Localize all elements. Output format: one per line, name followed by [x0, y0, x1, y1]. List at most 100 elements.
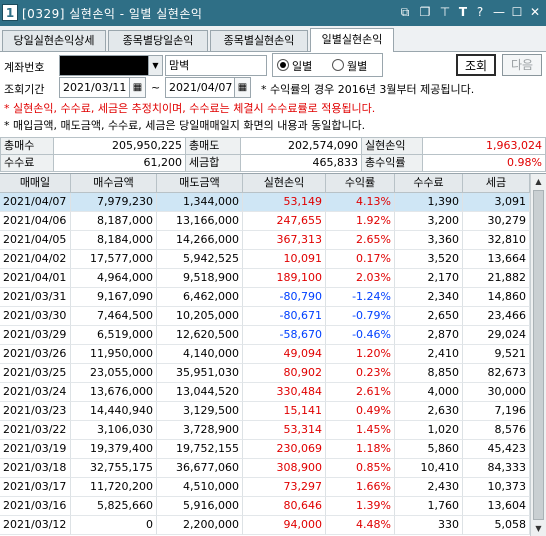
fee-cell: 10,410 [395, 459, 463, 478]
table-row[interactable]: 2021/04/01 4,964,000 9,518,900 189,100 2.03%… [0, 269, 530, 288]
tax-cell: 21,882 [463, 269, 530, 288]
table-row[interactable]: 2021/03/25 23,055,000 35,951,030 80,902 0.23… [0, 364, 530, 383]
tax-cell: 23,466 [463, 307, 530, 326]
fee-cell: 2,870 [395, 326, 463, 345]
scroll-down-icon[interactable]: ▼ [531, 521, 546, 536]
estimate-notice: * 실현손익, 수수료, 세금은 추정치이며, 수수료는 체결시 수수료률로 적… [4, 102, 376, 115]
return-rate-cell: 0.85% [326, 459, 395, 478]
window-snap-icon[interactable]: ⧉ [396, 3, 414, 21]
query-button[interactable]: 조회 [456, 54, 496, 76]
account-dropdown-chevron-icon[interactable]: ▼ [148, 56, 162, 75]
realized-pnl-cell: 189,100 [243, 269, 326, 288]
fee-cell: 3,360 [395, 231, 463, 250]
table-row[interactable]: 2021/03/18 32,755,175 36,677,060 308,900 0.8… [0, 459, 530, 478]
close-icon[interactable]: ✕ [526, 3, 544, 21]
pin-icon[interactable]: ⊤ [436, 3, 454, 21]
table-row[interactable]: 2021/03/31 9,167,090 6,462,000 -80,790 -1.24… [0, 288, 530, 307]
return-rate-cell: 1.92% [326, 212, 395, 231]
fee-cell: 8,850 [395, 364, 463, 383]
tab-bar: 당일실현손익상세 종목별당일손익 종목별실현손익 일별실현손익 [0, 26, 546, 52]
realized-pnl-cell: -80,790 [243, 288, 326, 307]
maximize-icon[interactable]: ☐ [508, 3, 526, 21]
table-row[interactable]: 2021/03/30 7,464,500 10,205,000 -80,671 -0.7… [0, 307, 530, 326]
return-rate-cell: 1.45% [326, 421, 395, 440]
buy-amount-cell: 6,519,000 [71, 326, 157, 345]
return-rate-cell: 1.66% [326, 478, 395, 497]
tax-cell: 3,091 [463, 193, 530, 212]
daily-realized-table: 매매일 매수금액 매도금액 실현손익 수익률 수수료 세금 2021/04/07 7,979,… [0, 173, 546, 536]
buy-amount-cell: 7,979,230 [71, 193, 157, 212]
radio-daily[interactable] [277, 59, 289, 71]
table-row[interactable]: 2021/04/07 7,979,230 1,344,000 53,149 4.13% 1… [0, 193, 530, 212]
tax-total-value: 465,833 [240, 154, 362, 172]
total-buy-value: 205,950,225 [53, 137, 186, 155]
tab-realized-by-stock[interactable]: 종목별실현손익 [210, 30, 308, 51]
tab-daily-pnl-by-stock[interactable]: 종목별당일손익 [108, 30, 208, 51]
table-row[interactable]: 2021/04/02 17,577,000 5,942,525 10,091 0.17%… [0, 250, 530, 269]
masked-account-number [60, 56, 148, 75]
return-rate-cell: 1.18% [326, 440, 395, 459]
table-row[interactable]: 2021/03/22 3,106,030 3,728,900 53,314 1.45% 1… [0, 421, 530, 440]
tab-daily-realized[interactable]: 일별실현손익 [310, 28, 394, 52]
realized-pnl-cell: 73,297 [243, 478, 326, 497]
table-row[interactable]: 2021/03/23 14,440,940 3,129,500 15,141 0.49%… [0, 402, 530, 421]
radio-monthly-label[interactable]: 월별 [347, 58, 367, 74]
table-row[interactable]: 2021/03/19 19,379,400 19,752,155 230,069 1.1… [0, 440, 530, 459]
table-row[interactable]: 2021/03/24 13,676,000 13,044,520 330,484 2.6… [0, 383, 530, 402]
fee-cell: 1,760 [395, 497, 463, 516]
tab-daily-realized-detail[interactable]: 당일실현손익상세 [2, 30, 106, 51]
return-rate-cell: 2.03% [326, 269, 395, 288]
table-row[interactable]: 2021/03/16 5,825,660 5,916,000 80,646 1.39% 1… [0, 497, 530, 516]
tax-cell: 30,000 [463, 383, 530, 402]
buy-amount-cell: 0 [71, 516, 157, 535]
radio-daily-label[interactable]: 일별 [292, 58, 312, 74]
tax-cell: 5,058 [463, 516, 530, 535]
table-row[interactable]: 2021/03/12 0 2,200,000 94,000 4.48% 330 5,058 [0, 516, 530, 535]
return-rate-cell: 0.49% [326, 402, 395, 421]
return-rate-cell: 1.39% [326, 497, 395, 516]
header-trade-date[interactable]: 매매일 [0, 174, 71, 193]
fee-cell: 4,000 [395, 383, 463, 402]
minimize-icon[interactable]: — [490, 3, 508, 21]
fee-cell: 2,170 [395, 269, 463, 288]
table-row[interactable]: 2021/04/06 8,187,000 13,166,000 247,655 1.92… [0, 212, 530, 231]
table-row[interactable]: 2021/03/17 11,720,200 4,510,000 73,297 1.66%… [0, 478, 530, 497]
header-fee[interactable]: 수수료 [395, 174, 463, 193]
scroll-up-icon[interactable]: ▲ [531, 174, 546, 189]
return-rate-cell: 4.48% [326, 516, 395, 535]
sell-amount-cell: 13,166,000 [157, 212, 243, 231]
fee-cell: 1,390 [395, 193, 463, 212]
start-date-calendar-icon[interactable]: ▦ [129, 78, 145, 97]
total-buy-label: 총매수 [0, 137, 54, 155]
total-return-label: 총수익률 [361, 154, 423, 172]
table-row[interactable]: 2021/04/05 8,184,000 14,266,000 367,313 2.65… [0, 231, 530, 250]
tax-cell: 32,810 [463, 231, 530, 250]
realized-pnl-cell: -80,671 [243, 307, 326, 326]
realized-pnl-cell: 94,000 [243, 516, 326, 535]
header-realized-pnl[interactable]: 실현손익 [243, 174, 326, 193]
help-icon[interactable]: ? [471, 3, 489, 21]
table-row[interactable]: 2021/03/26 11,950,000 4,140,000 49,094 1.20%… [0, 345, 530, 364]
sell-amount-cell: 4,510,000 [157, 478, 243, 497]
trade-date-cell: 2021/04/06 [0, 212, 71, 231]
end-date-calendar-icon[interactable]: ▦ [234, 78, 250, 97]
scroll-thumb[interactable] [533, 190, 544, 520]
next-button[interactable]: 다음 [502, 54, 542, 76]
sell-amount-cell: 6,462,000 [157, 288, 243, 307]
account-label: 계좌번호 [4, 61, 45, 74]
header-sell-amount[interactable]: 매도금액 [157, 174, 243, 193]
header-buy-amount[interactable]: 매수금액 [71, 174, 157, 193]
trade-date-cell: 2021/03/30 [0, 307, 71, 326]
radio-monthly[interactable] [332, 59, 344, 71]
header-tax[interactable]: 세금 [463, 174, 530, 193]
trade-date-cell: 2021/03/29 [0, 326, 71, 345]
trade-date-cell: 2021/03/17 [0, 478, 71, 497]
vertical-scrollbar[interactable]: ▲ ▼ [530, 174, 546, 536]
trade-date-cell: 2021/03/24 [0, 383, 71, 402]
trading-journal-notice: * 매입금액, 매도금액, 수수료, 세금은 당일매매일지 화면의 내용과 동일… [4, 119, 366, 132]
font-size-icon[interactable]: T [454, 3, 472, 21]
return-rate-cell: -1.24% [326, 288, 395, 307]
copy-window-icon[interactable]: ❐ [416, 3, 434, 21]
table-row[interactable]: 2021/03/29 6,519,000 12,620,500 -58,670 -0.4… [0, 326, 530, 345]
header-return-rate[interactable]: 수익률 [326, 174, 395, 193]
